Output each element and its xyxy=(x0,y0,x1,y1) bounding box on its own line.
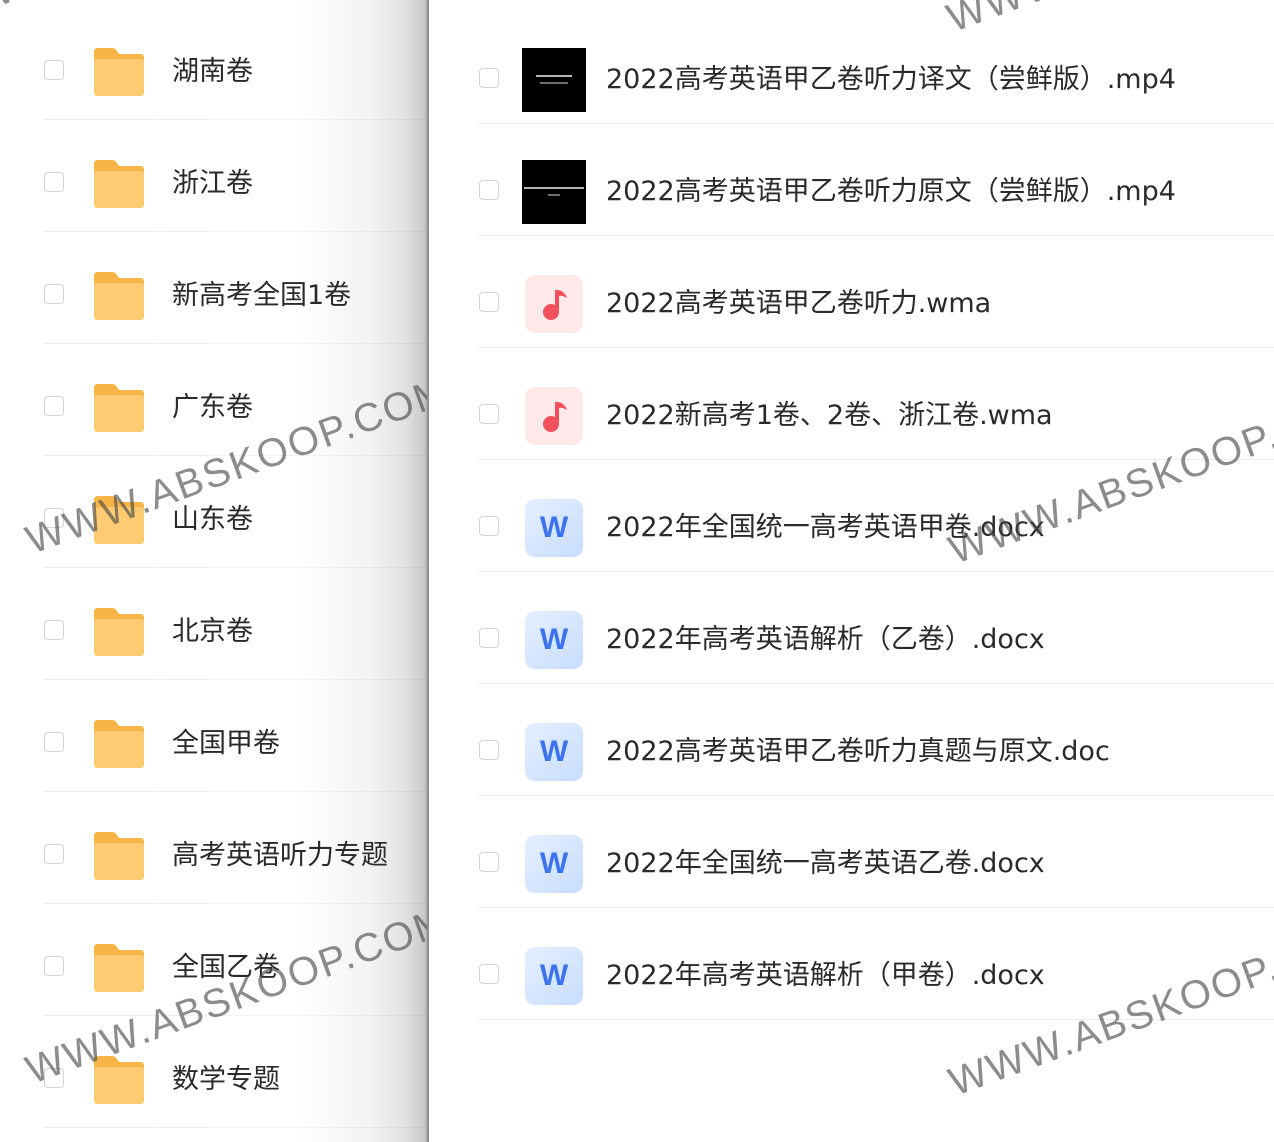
folder-row[interactable]: 广东卷 xyxy=(0,344,428,456)
file-row[interactable]: W 2022年高考英语解析（乙卷）.docx xyxy=(429,572,1274,684)
music-note-icon xyxy=(522,272,586,336)
row-checkbox[interactable] xyxy=(44,60,64,80)
row-checkbox[interactable] xyxy=(479,740,499,760)
row-divider xyxy=(478,1019,1274,1020)
row-checkbox[interactable] xyxy=(44,1068,64,1088)
folder-name: 山东卷 xyxy=(172,504,253,535)
folder-row[interactable]: 山东卷 xyxy=(0,456,428,568)
file-name: 2022年高考英语解析（乙卷）.docx xyxy=(606,624,1045,655)
folder-row[interactable]: 数学专题 xyxy=(0,1016,428,1128)
file-row[interactable]: 2022新高考1卷、2卷、浙江卷.wma xyxy=(429,348,1274,460)
row-checkbox[interactable] xyxy=(479,516,499,536)
row-checkbox[interactable] xyxy=(44,620,64,640)
row-checkbox[interactable] xyxy=(44,284,64,304)
file-row[interactable]: 2022高考英语甲乙卷听力.wma xyxy=(429,236,1274,348)
folder-icon xyxy=(94,720,144,768)
folder-row[interactable]: 湖南卷 xyxy=(0,8,428,120)
folder-icon xyxy=(94,272,144,320)
folder-icon xyxy=(94,832,144,880)
file-name: 2022年高考英语解析（甲卷）.docx xyxy=(606,960,1045,991)
row-checkbox[interactable] xyxy=(44,844,64,864)
row-checkbox[interactable] xyxy=(44,508,64,528)
file-row[interactable]: W 2022高考英语甲乙卷听力真题与原文.doc xyxy=(429,684,1274,796)
word-doc-icon: W xyxy=(522,832,586,896)
folder-row[interactable]: 浙江卷 xyxy=(0,120,428,232)
row-checkbox[interactable] xyxy=(479,292,499,312)
word-doc-icon: W xyxy=(522,720,586,784)
folder-row[interactable]: 全国甲卷 xyxy=(0,680,428,792)
row-checkbox[interactable] xyxy=(44,732,64,752)
file-name: 2022高考英语甲乙卷听力.wma xyxy=(606,288,992,319)
row-checkbox[interactable] xyxy=(479,68,499,88)
folder-icon xyxy=(94,160,144,208)
file-row[interactable]: W 2022年全国统一高考英语甲卷.docx xyxy=(429,460,1274,572)
file-row[interactable]: W 2022年高考英语解析（甲卷）.docx xyxy=(429,908,1274,1020)
file-name: 2022新高考1卷、2卷、浙江卷.wma xyxy=(606,400,1053,431)
folder-name: 数学专题 xyxy=(172,1064,280,1095)
word-doc-icon: W xyxy=(522,944,586,1008)
file-name: 2022高考英语甲乙卷听力译文（尝鲜版）.mp4 xyxy=(606,64,1176,95)
folder-icon xyxy=(94,608,144,656)
folder-name: 湖南卷 xyxy=(172,56,253,87)
row-checkbox[interactable] xyxy=(479,852,499,872)
file-name: 2022高考英语甲乙卷听力原文（尝鲜版）.mp4 xyxy=(606,176,1176,207)
row-divider xyxy=(44,1127,428,1128)
word-letter: W xyxy=(539,511,569,544)
folder-list-panel: 湖南卷 浙江卷 新高考全国1卷 广东卷 山东卷 北京卷 全国甲卷 高考英语听力专… xyxy=(0,0,428,1142)
file-name: 2022年全国统一高考英语乙卷.docx xyxy=(606,848,1045,879)
folder-icon xyxy=(94,384,144,432)
folder-row[interactable]: 高考英语听力专题 xyxy=(0,792,428,904)
file-name: 2022高考英语甲乙卷听力真题与原文.doc xyxy=(606,736,1110,767)
row-checkbox[interactable] xyxy=(479,180,499,200)
folder-name: 高考英语听力专题 xyxy=(172,840,388,871)
row-checkbox[interactable] xyxy=(479,628,499,648)
video-thumbnail-icon xyxy=(522,48,586,112)
screenshot-stage: 湖南卷 浙江卷 新高考全国1卷 广东卷 山东卷 北京卷 全国甲卷 高考英语听力专… xyxy=(0,0,1274,1142)
folder-name: 新高考全国1卷 xyxy=(172,280,352,311)
word-doc-icon: W xyxy=(522,608,586,672)
video-thumbnail-icon xyxy=(522,160,586,224)
word-letter: W xyxy=(539,623,569,656)
row-checkbox[interactable] xyxy=(44,172,64,192)
file-name: 2022年全国统一高考英语甲卷.docx xyxy=(606,512,1045,543)
folder-icon xyxy=(94,496,144,544)
folder-name: 北京卷 xyxy=(172,616,253,647)
word-letter: W xyxy=(539,959,569,992)
word-letter: W xyxy=(539,735,569,768)
folder-row[interactable]: 新高考全国1卷 xyxy=(0,232,428,344)
file-row[interactable]: 2022高考英语甲乙卷听力译文（尝鲜版）.mp4 xyxy=(429,12,1274,124)
folder-row[interactable]: 北京卷 xyxy=(0,568,428,680)
file-row[interactable]: W 2022年全国统一高考英语乙卷.docx xyxy=(429,796,1274,908)
word-letter: W xyxy=(539,847,569,880)
folder-name: 全国乙卷 xyxy=(172,952,280,983)
music-note-icon xyxy=(522,384,586,448)
folder-icon xyxy=(94,944,144,992)
row-checkbox[interactable] xyxy=(479,964,499,984)
file-list-panel: 2022高考英语甲乙卷听力译文（尝鲜版）.mp4 2022高考英语甲乙卷听力原文… xyxy=(429,0,1274,1142)
folder-name: 全国甲卷 xyxy=(172,728,280,759)
row-checkbox[interactable] xyxy=(479,404,499,424)
folder-name: 广东卷 xyxy=(172,392,253,423)
row-checkbox[interactable] xyxy=(44,956,64,976)
folder-row[interactable]: 全国乙卷 xyxy=(0,904,428,1016)
file-row[interactable]: 2022高考英语甲乙卷听力原文（尝鲜版）.mp4 xyxy=(429,124,1274,236)
folder-icon xyxy=(94,1056,144,1104)
row-checkbox[interactable] xyxy=(44,396,64,416)
folder-icon xyxy=(94,48,144,96)
folder-name: 浙江卷 xyxy=(172,168,253,199)
word-doc-icon: W xyxy=(522,496,586,560)
